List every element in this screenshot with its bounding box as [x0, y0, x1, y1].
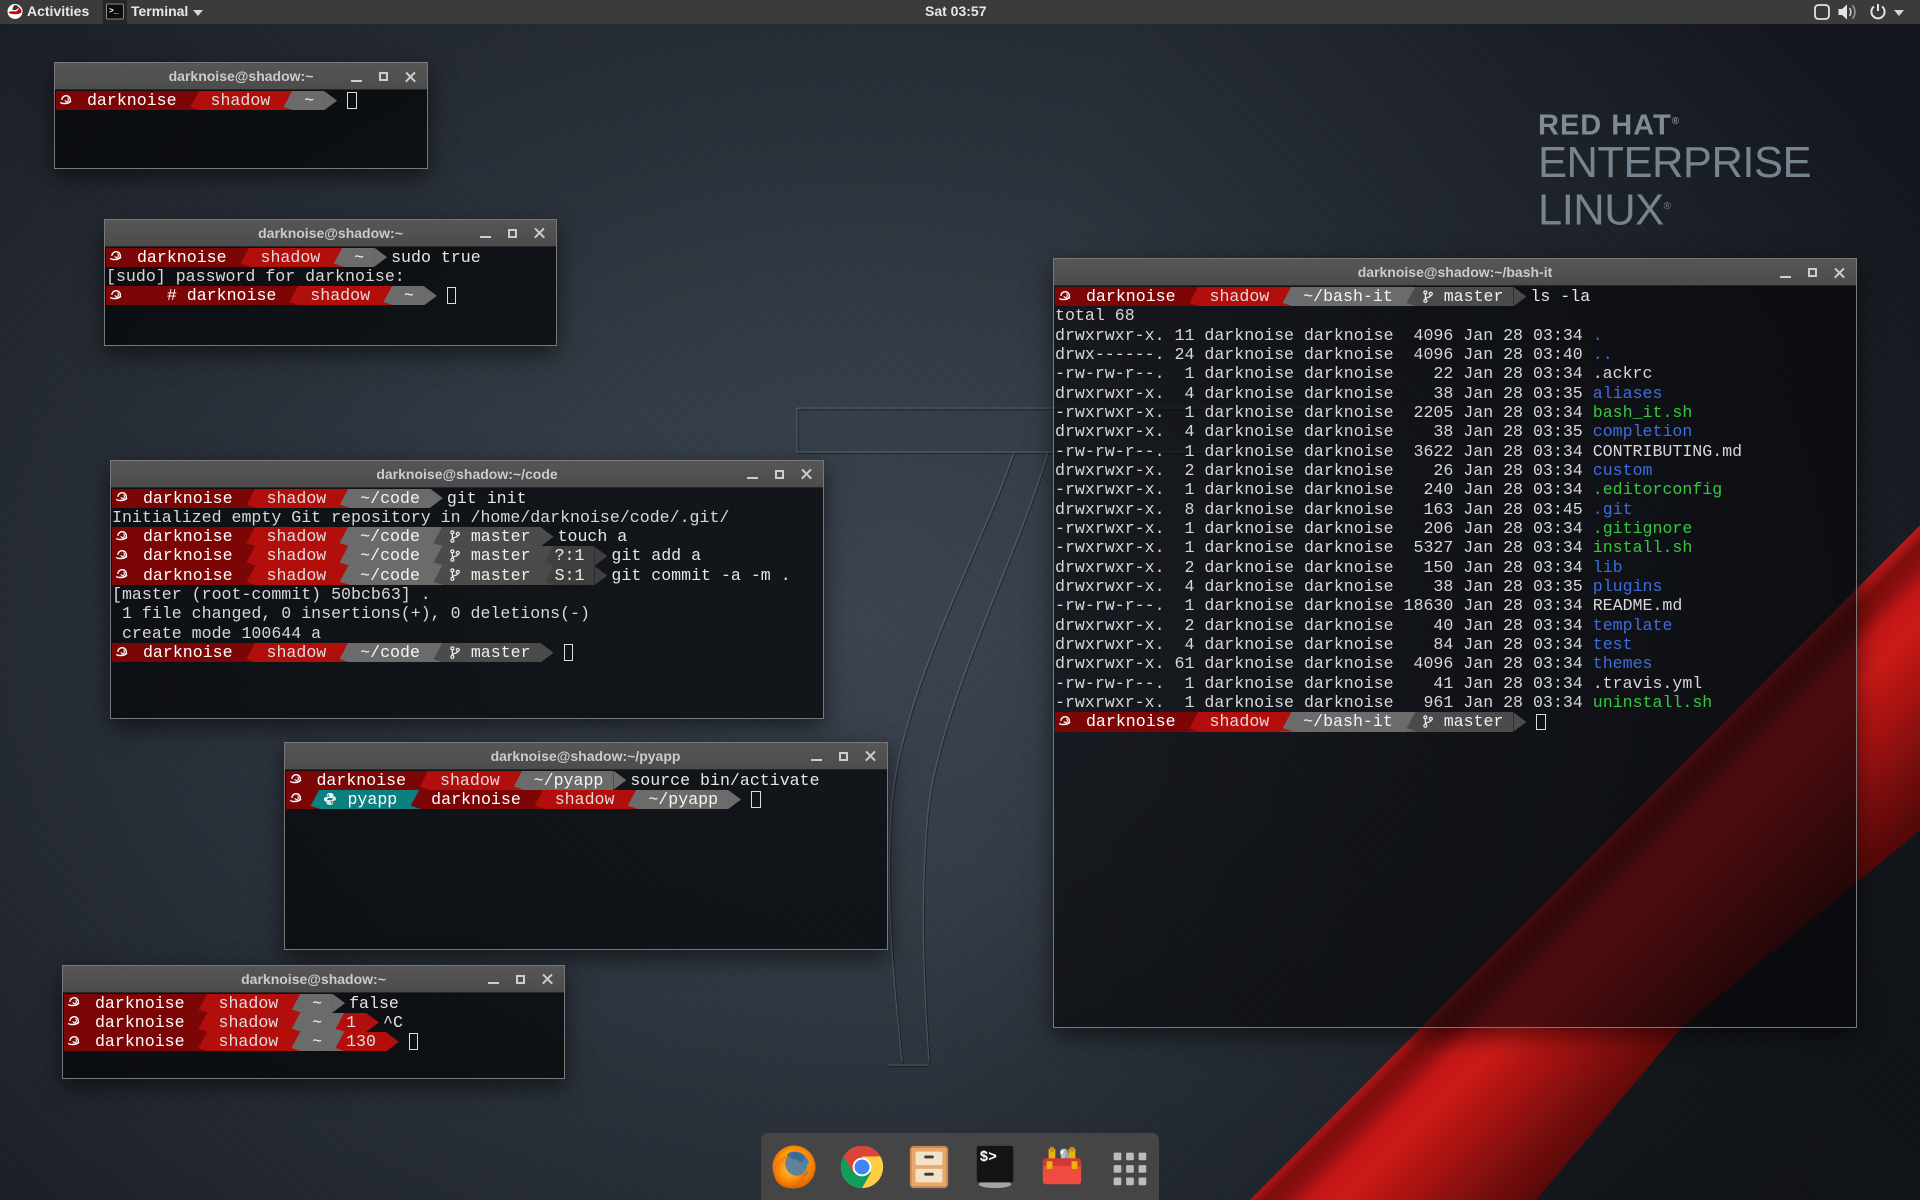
svg-text:$>: $> — [980, 1150, 997, 1166]
svg-text:>_: >_ — [109, 7, 119, 16]
